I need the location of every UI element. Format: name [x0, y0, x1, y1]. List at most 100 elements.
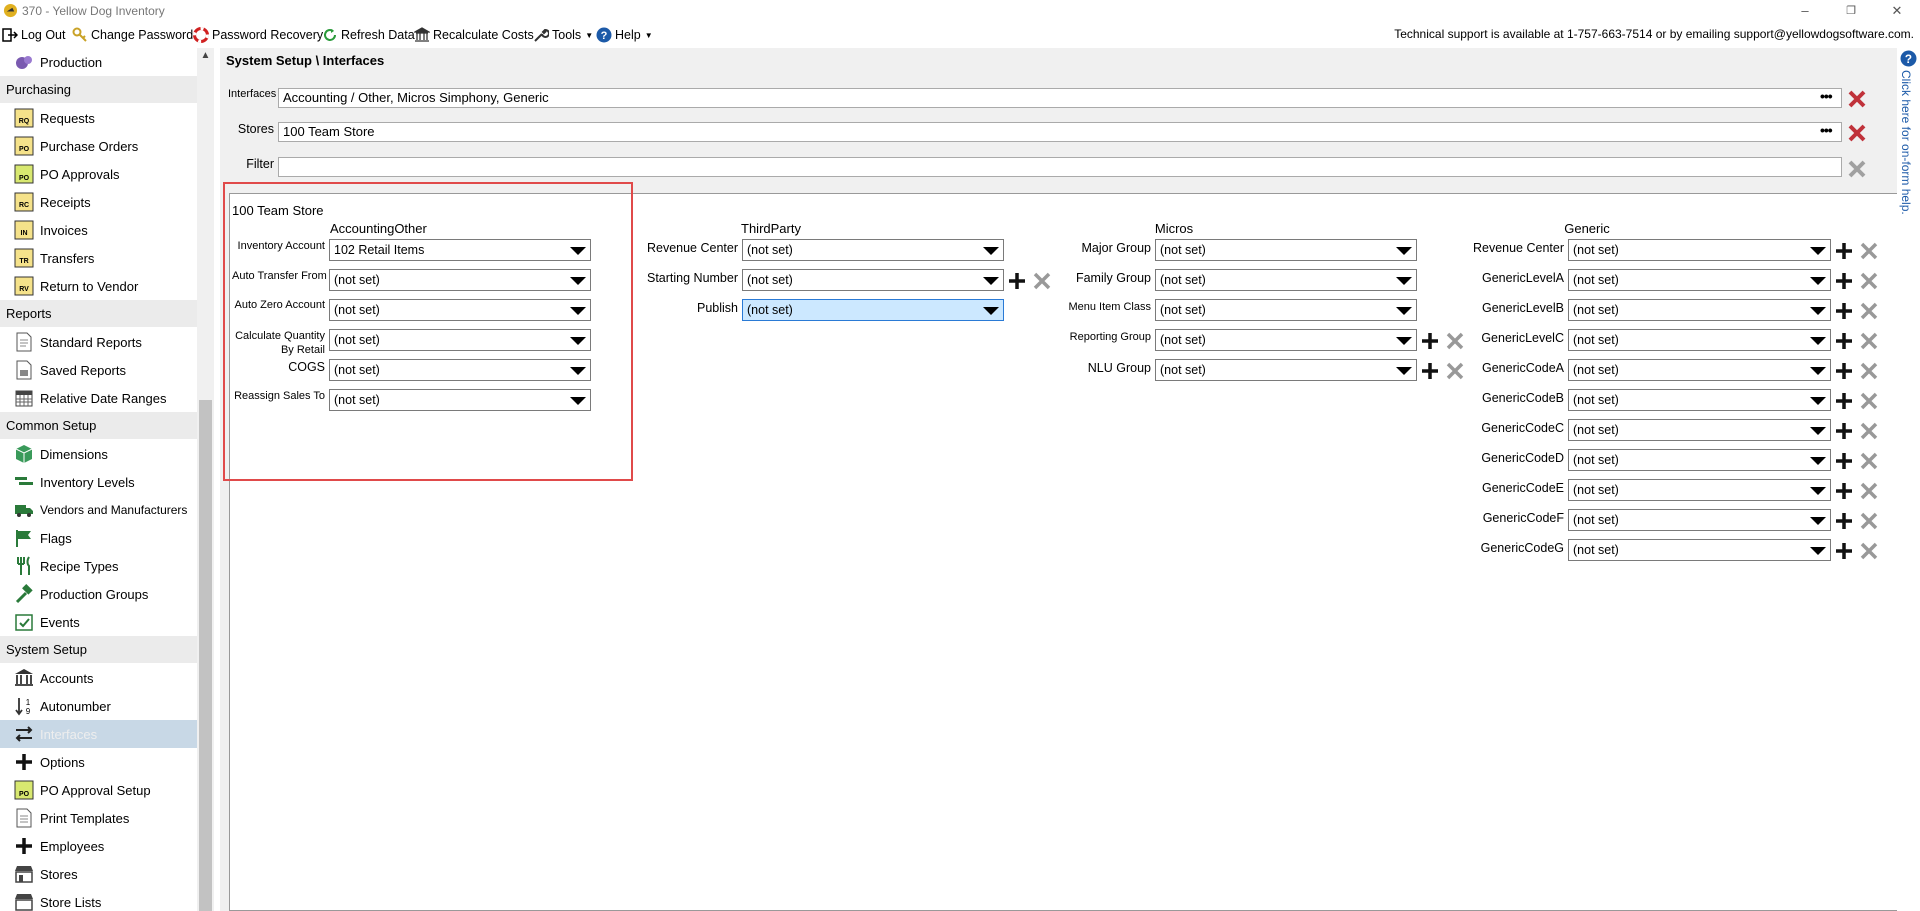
- change-password-button[interactable]: Change Password: [72, 26, 193, 44]
- nlu-group-select[interactable]: (not set): [1155, 359, 1417, 381]
- sidebar-item-production-groups[interactable]: Production Groups: [0, 580, 197, 608]
- sidebar-item-return-to-vendor[interactable]: RV Return to Vendor: [0, 272, 197, 300]
- sidebar-item-standard-reports[interactable]: Standard Reports: [0, 328, 197, 356]
- sidebar-item-invoices[interactable]: IN Invoices: [0, 216, 197, 244]
- generic-genericcodeg-select[interactable]: (not set): [1568, 539, 1831, 561]
- section-reports[interactable]: Reports: [0, 300, 197, 327]
- generic-genericlevelb-select[interactable]: (not set): [1568, 299, 1831, 321]
- sidebar-item-flags[interactable]: Flags: [0, 524, 197, 552]
- sidebar-scroll-thumb[interactable]: [199, 400, 212, 911]
- stores-browse-button[interactable]: •••: [1820, 122, 1833, 138]
- on-form-help-link[interactable]: Click here for on-form help.: [1899, 70, 1913, 215]
- remove-generic-revenue-center-icon[interactable]: [1860, 242, 1878, 260]
- add-nlu-group-icon[interactable]: [1421, 362, 1439, 380]
- section-purchasing[interactable]: Purchasing: [0, 76, 197, 103]
- add-generic-genericcodec-icon[interactable]: [1835, 422, 1853, 440]
- tp-revenue-center-select[interactable]: (not set): [742, 239, 1004, 261]
- sidebar-item-po-approval-setup[interactable]: PO PO Approval Setup: [0, 776, 197, 804]
- remove-generic-genericcodee-icon[interactable]: [1860, 482, 1878, 500]
- sidebar-item-dimensions[interactable]: Dimensions: [0, 440, 197, 468]
- interfaces-browse-button[interactable]: •••: [1820, 88, 1833, 104]
- sidebar-item-options[interactable]: Options: [0, 748, 197, 776]
- add-generic-genericcodea-icon[interactable]: [1835, 362, 1853, 380]
- remove-generic-genericlevela-icon[interactable]: [1860, 272, 1878, 290]
- dropdown-arrow-icon: [1810, 397, 1826, 405]
- remove-generic-genericcodeg-icon[interactable]: [1860, 542, 1878, 560]
- sidebar-item-employees[interactable]: Employees: [0, 832, 197, 860]
- sidebar-item-relative-date-ranges[interactable]: Relative Date Ranges: [0, 384, 197, 412]
- section-system-setup[interactable]: System Setup: [0, 636, 197, 663]
- sidebar-item-purchase-orders[interactable]: PO Purchase Orders: [0, 132, 197, 160]
- sidebar-item-production[interactable]: Production: [0, 48, 197, 76]
- add-starting-number-icon[interactable]: [1008, 272, 1026, 290]
- family-group-select[interactable]: (not set): [1155, 269, 1417, 291]
- help-icon[interactable]: ?: [1900, 50, 1917, 67]
- restore-button[interactable]: ❐: [1828, 0, 1874, 22]
- add-generic-genericlevelb-icon[interactable]: [1835, 302, 1853, 320]
- menu-item-class-select[interactable]: (not set): [1155, 299, 1417, 321]
- generic-genericlevela-select[interactable]: (not set): [1568, 269, 1831, 291]
- add-generic-genericlevela-icon[interactable]: [1835, 272, 1853, 290]
- add-generic-genericcoded-icon[interactable]: [1835, 452, 1853, 470]
- sidebar-item-inventory-levels[interactable]: Inventory Levels: [0, 468, 197, 496]
- add-generic-genericcodee-icon[interactable]: [1835, 482, 1853, 500]
- filter-input[interactable]: [278, 157, 1842, 177]
- add-generic-revenue-center-icon[interactable]: [1835, 242, 1853, 260]
- tools-menu[interactable]: Tools ▼: [533, 26, 593, 44]
- remove-generic-genericcodeb-icon[interactable]: [1860, 392, 1878, 410]
- remove-generic-genericcodef-icon[interactable]: [1860, 512, 1878, 530]
- remove-generic-genericcodec-icon[interactable]: [1860, 422, 1878, 440]
- generic-genericcodea-select[interactable]: (not set): [1568, 359, 1831, 381]
- sidebar-item-requests[interactable]: RQ Requests: [0, 104, 197, 132]
- sidebar-item-receipts[interactable]: RC Receipts: [0, 188, 197, 216]
- clear-interfaces-icon[interactable]: [1847, 89, 1867, 109]
- scroll-up-icon[interactable]: ▲: [197, 50, 214, 64]
- publish-select[interactable]: (not set): [742, 299, 1004, 321]
- remove-generic-genericlevelc-icon[interactable]: [1860, 332, 1878, 350]
- stores-field[interactable]: 100 Team Store: [278, 122, 1842, 142]
- sidebar-item-store-lists[interactable]: Store Lists: [0, 888, 197, 911]
- sidebar-item-autonumber[interactable]: 1 9 Autonumber: [0, 692, 197, 720]
- generic-genericcodeb-select[interactable]: (not set): [1568, 389, 1831, 411]
- add-generic-genericcodeg-icon[interactable]: [1835, 542, 1853, 560]
- sidebar-item-vendors-and-manufacturers[interactable]: Vendors and Manufacturers: [0, 496, 197, 524]
- interfaces-field[interactable]: Accounting / Other, Micros Simphony, Gen…: [278, 88, 1842, 108]
- generic-genericcoded-select[interactable]: (not set): [1568, 449, 1831, 471]
- generic-revenue-center-select[interactable]: (not set): [1568, 239, 1831, 261]
- sidebar-item-po-approvals[interactable]: PO PO Approvals: [0, 160, 197, 188]
- remove-generic-genericlevelb-icon[interactable]: [1860, 302, 1878, 320]
- reporting-group-select[interactable]: (not set): [1155, 329, 1417, 351]
- recalculate-costs-button[interactable]: Recalculate Costs: [414, 26, 534, 44]
- help-menu[interactable]: ? Help ▼: [596, 26, 653, 44]
- add-generic-genericcodef-icon[interactable]: [1835, 512, 1853, 530]
- clear-filter-icon[interactable]: [1847, 159, 1867, 179]
- remove-generic-genericcoded-icon[interactable]: [1860, 452, 1878, 470]
- section-common-setup[interactable]: Common Setup: [0, 412, 197, 439]
- remove-generic-genericcodea-icon[interactable]: [1860, 362, 1878, 380]
- starting-number-select[interactable]: (not set): [742, 269, 1004, 291]
- add-reporting-group-icon[interactable]: [1421, 332, 1439, 350]
- sidebar-item-saved-reports[interactable]: Saved Reports: [0, 356, 197, 384]
- log-out-button[interactable]: Log Out: [2, 26, 65, 44]
- clear-stores-icon[interactable]: [1847, 123, 1867, 143]
- publish-label: Publish: [697, 301, 738, 315]
- sidebar-item-recipe-types[interactable]: Recipe Types: [0, 552, 197, 580]
- major-group-select[interactable]: (not set): [1155, 239, 1417, 261]
- generic-genericcodec-select[interactable]: (not set): [1568, 419, 1831, 441]
- close-window-button[interactable]: ✕: [1874, 0, 1920, 22]
- logout-icon: [2, 28, 18, 42]
- sidebar-item-stores[interactable]: Stores: [0, 860, 197, 888]
- add-generic-genericcodeb-icon[interactable]: [1835, 392, 1853, 410]
- generic-genericcodef-select[interactable]: (not set): [1568, 509, 1831, 531]
- generic-genericlevelc-select[interactable]: (not set): [1568, 329, 1831, 351]
- add-generic-genericlevelc-icon[interactable]: [1835, 332, 1853, 350]
- minimize-button[interactable]: –: [1782, 0, 1828, 22]
- password-recovery-button[interactable]: Password Recovery: [193, 26, 323, 44]
- sidebar-item-transfers[interactable]: TR Transfers: [0, 244, 197, 272]
- sidebar-item-interfaces[interactable]: Interfaces: [0, 720, 197, 748]
- sidebar-item-accounts[interactable]: Accounts: [0, 664, 197, 692]
- generic-genericcodee-select[interactable]: (not set): [1568, 479, 1831, 501]
- sidebar-item-print-templates[interactable]: Print Templates: [0, 804, 197, 832]
- sidebar-item-events[interactable]: Events: [0, 608, 197, 636]
- refresh-data-button[interactable]: Refresh Data: [322, 26, 415, 44]
